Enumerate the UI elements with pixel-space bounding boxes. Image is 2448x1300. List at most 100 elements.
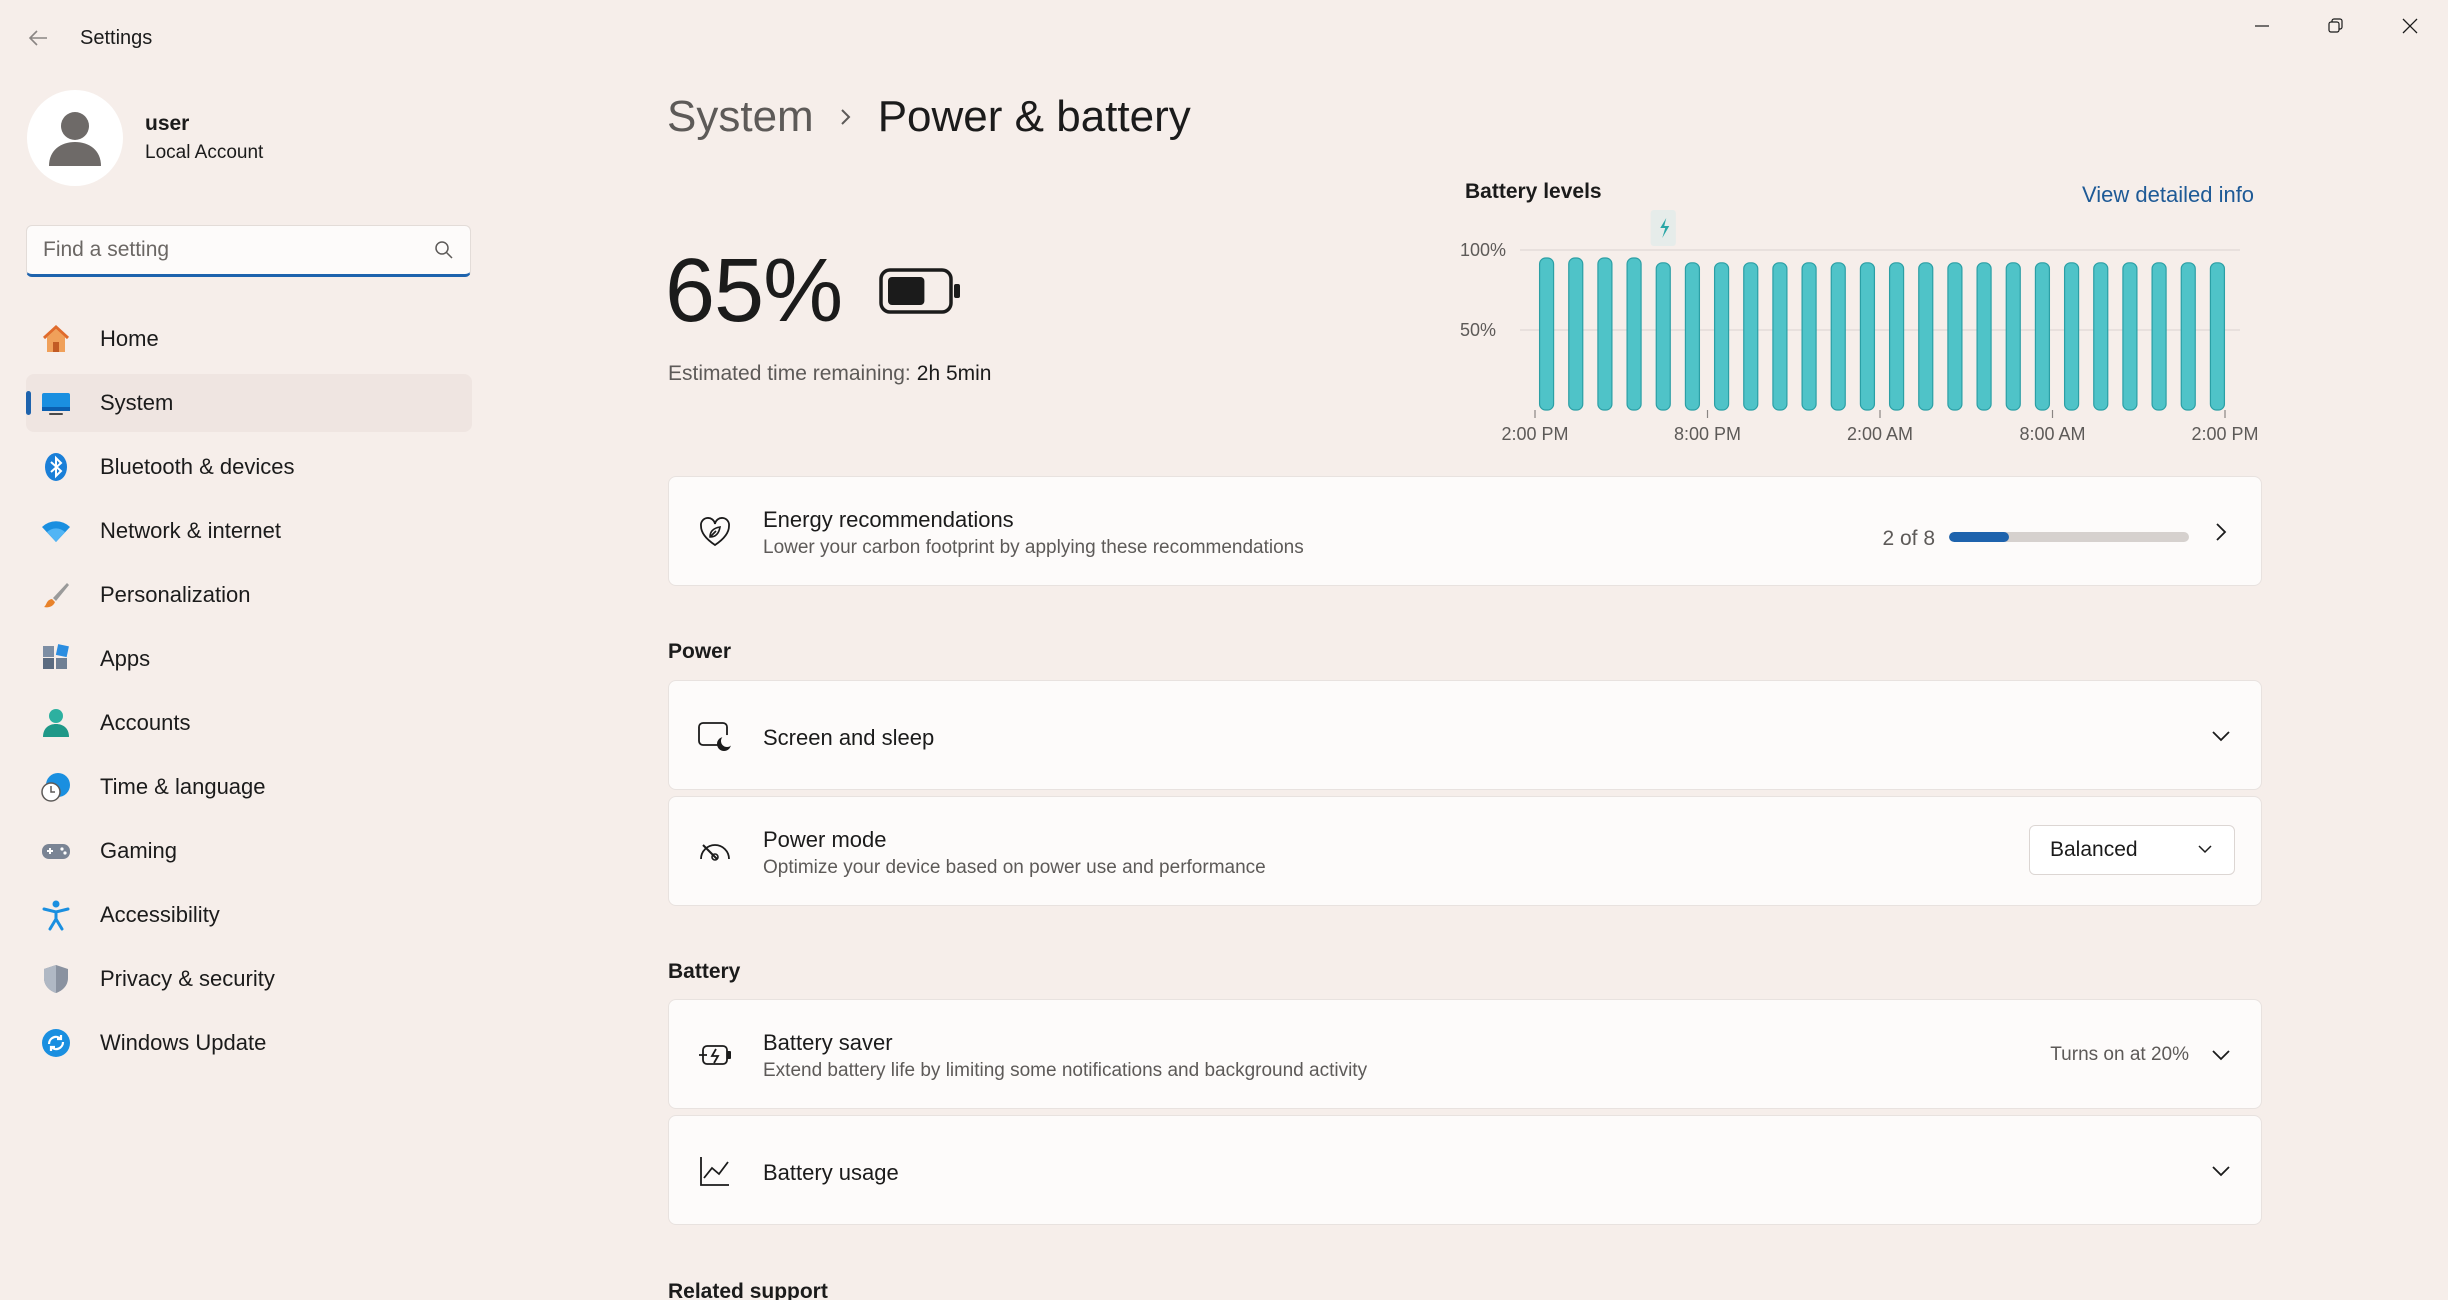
sidebar-item-label: Personalization [100,582,251,607]
search-input[interactable] [43,236,423,264]
power-mode-card: Power mode Optimize your device based on… [668,796,2262,906]
power-mode-selected-value: Balanced [2050,838,2138,861]
sidebar-item-label: Bluetooth & devices [100,454,295,479]
chart-x-tick-label: 2:00 AM [1847,424,1913,444]
battery-level-bar[interactable] [2093,262,2109,411]
battery-level-bar[interactable] [2151,262,2167,411]
minimize-icon [2255,25,2269,27]
screen-and-sleep-card[interactable]: Screen and sleep [668,680,2262,790]
sidebar-item-system[interactable]: System [26,374,472,432]
person-icon [49,112,101,166]
battery-level-bar[interactable] [2005,262,2021,411]
battery-level-bar[interactable] [1772,262,1788,411]
sidebar-item-time-language[interactable]: Time & language [26,758,472,816]
sidebar-item-network[interactable]: Network & internet [26,502,472,560]
sidebar-item-label: Gaming [100,838,178,863]
minimize-button[interactable] [2232,6,2292,46]
clock-globe-icon [40,771,72,803]
battery-level-bar[interactable] [2180,262,2196,411]
search-box [26,225,471,277]
page-title: Power & battery [877,92,1191,141]
battery-level-bar[interactable] [1830,262,1846,411]
battery-level-bar[interactable] [1743,262,1759,411]
battery-level-bar[interactable] [2063,262,2080,411]
battery-level-bar[interactable] [2122,262,2138,411]
sidebar-item-label: Accounts [100,710,191,735]
apps-icon [40,643,72,675]
chart-y-tick-label: 100% [1460,240,1506,260]
chevron-right-icon [838,107,854,127]
restore-button[interactable] [2306,6,2366,46]
sidebar-item-label: Privacy & security [100,966,275,991]
view-detailed-info-link[interactable]: View detailed info [2082,182,2254,208]
app-title: Settings [80,27,153,49]
battery-level-bar[interactable] [1976,262,1992,411]
power-mode-subtitle: Optimize your device based on power use … [763,857,1266,878]
chevron-down-icon [2209,1043,2233,1067]
search-icon[interactable] [434,240,454,260]
avatar [27,90,123,186]
gamepad-icon [40,835,72,867]
sidebar-item-accessibility[interactable]: Accessibility [26,886,472,944]
battery-level-bar[interactable] [1538,257,1555,411]
sidebar-item-privacy-security[interactable]: Privacy & security [26,950,472,1008]
battery-level-bar[interactable] [1597,257,1613,411]
system-icon [40,387,72,419]
battery-level-bar[interactable] [1655,262,1671,411]
chevron-down-icon [2198,845,2212,854]
sidebar-item-windows-update[interactable]: Windows Update [26,1014,472,1072]
battery-level-bar[interactable] [1713,262,1730,411]
battery-level-bar[interactable] [1801,262,1817,411]
energy-progress-bar [1949,532,2189,542]
close-button[interactable] [2380,6,2440,46]
sidebar-item-gaming[interactable]: Gaming [26,822,472,880]
estimated-time-label: Estimated time remaining: [668,362,911,385]
wifi-icon [40,515,72,547]
battery-level-bar[interactable] [1859,262,1876,411]
sidebar-item-label: Home [100,326,159,351]
battery-level-bar[interactable] [1684,262,1701,411]
estimated-time-value: 2h 5min [916,362,992,385]
shield-icon [40,963,72,995]
battery-level-bar[interactable] [1888,262,1905,411]
profile-account-type: Local Account [145,142,264,163]
accounts-icon [40,707,72,739]
energy-recommendations-card[interactable]: Energy recommendations Lower your carbon… [668,476,2262,586]
chart-x-tick-label: 8:00 AM [2019,424,2085,444]
bluetooth-icon [40,451,72,483]
close-icon [2402,18,2418,34]
sidebar-item-label: Apps [100,646,151,671]
chart-x-tick-label: 2:00 PM [2191,424,2258,444]
leaf-heart-icon [697,514,733,550]
title-bar: Settings [0,0,2448,76]
sidebar-item-apps[interactable]: Apps [26,630,472,688]
battery-level-bar[interactable] [2034,262,2051,411]
battery-level-bar[interactable] [1918,262,1934,411]
chevron-right-icon [2209,520,2233,544]
sidebar-item-home[interactable]: Home [26,310,472,368]
power-mode-title: Power mode [763,827,887,852]
home-icon [40,323,72,355]
battery-saver-subtitle: Extend battery life by limiting some not… [763,1060,1368,1081]
user-profile[interactable]: user Local Account [27,90,263,186]
chart-x-tick-label: 8:00 PM [1674,424,1741,444]
breadcrumb-system-link[interactable]: System [667,92,814,142]
back-arrow-icon [28,30,47,46]
battery-usage-card[interactable]: Battery usage [668,1115,2262,1225]
battery-level-bar[interactable] [1568,257,1584,411]
sidebar-item-personalization[interactable]: Personalization [26,566,472,624]
battery-level-bar[interactable] [1947,262,1963,411]
sidebar-item-label: Windows Update [100,1030,267,1055]
battery-saver-card[interactable]: Battery saver Extend battery life by lim… [668,999,2262,1109]
battery-level-bar[interactable] [2209,262,2226,411]
battery-level-bar[interactable] [1626,257,1642,411]
update-icon [40,1027,72,1059]
back-button[interactable] [20,20,56,56]
power-mode-dropdown[interactable]: Balanced [2029,825,2235,875]
breadcrumb: System Power & battery [667,92,1191,142]
energy-progress-fill [1949,532,2009,542]
chevron-down-icon [2209,1159,2233,1183]
battery-saver-title: Battery saver [763,1030,893,1055]
sidebar-item-bluetooth[interactable]: Bluetooth & devices [26,438,472,496]
sidebar-item-accounts[interactable]: Accounts [26,694,472,752]
